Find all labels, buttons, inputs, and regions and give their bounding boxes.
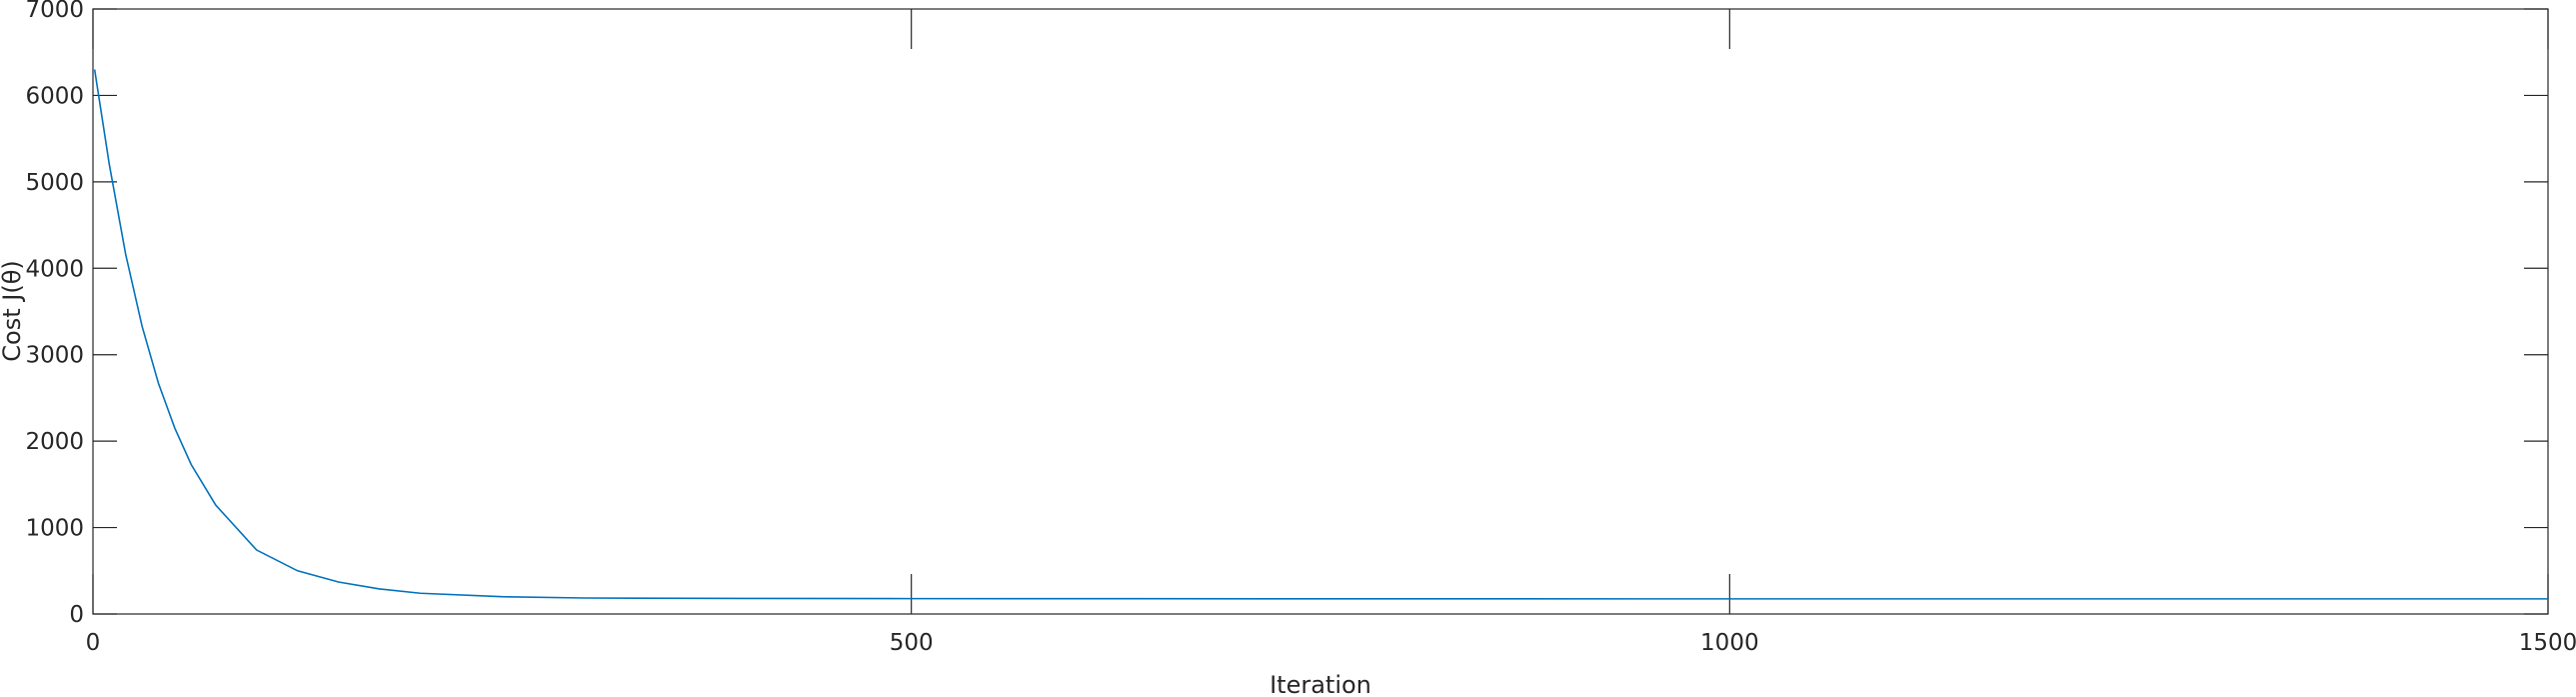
- plot-area: [92, 8, 2549, 615]
- cost-chart: 0 500 1000 1500 0 1000 2000 3000 4000 5000 6000 700…: [0, 0, 2576, 697]
- x-axis-label: Iteration: [1270, 671, 1371, 697]
- y-tick-label: 4000: [25, 256, 84, 282]
- x-tick-label: 1000: [1700, 630, 1759, 656]
- x-tick-label: 1500: [2519, 630, 2576, 656]
- y-tick-label: 0: [69, 602, 84, 628]
- x-tick-label: 500: [890, 630, 934, 656]
- y-tick-label: 1000: [25, 516, 84, 542]
- y-tick-label: 2000: [25, 429, 84, 455]
- y-axis-label: Cost J(θ): [0, 260, 26, 361]
- y-tick-label: 5000: [25, 170, 84, 196]
- x-tick-label: 0: [86, 630, 101, 656]
- y-tick-label: 7000: [25, 0, 84, 23]
- y-tick-label: 3000: [25, 343, 84, 369]
- y-tick-label: 6000: [25, 83, 84, 109]
